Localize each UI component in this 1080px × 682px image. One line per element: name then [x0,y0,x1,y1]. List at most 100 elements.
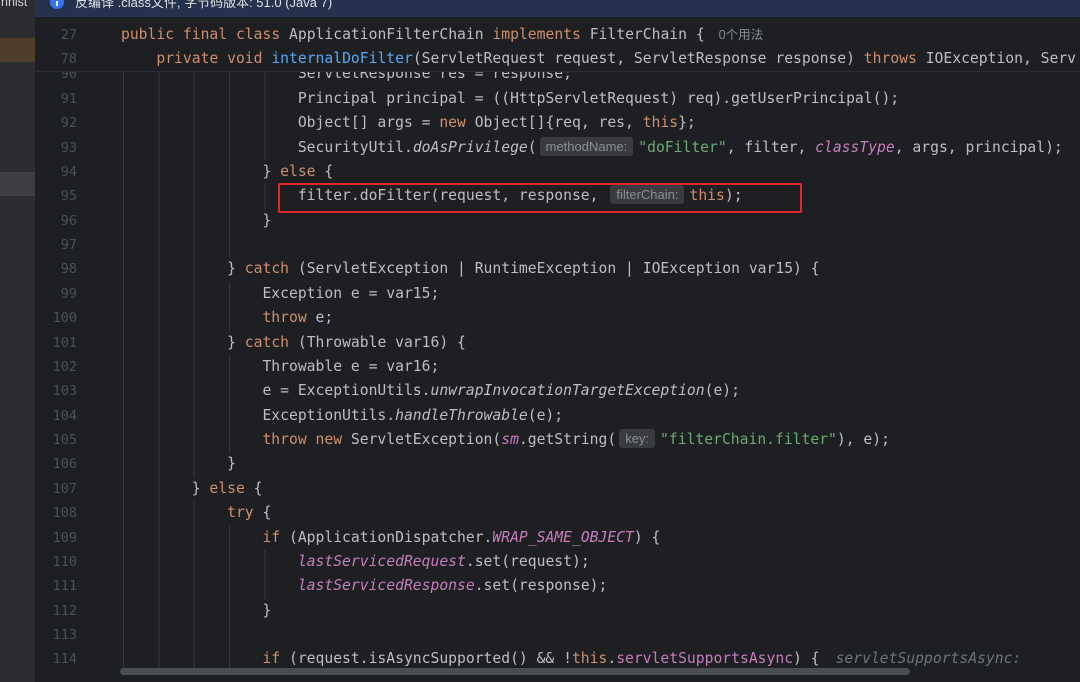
code-line[interactable]: 108 try { [35,501,1080,526]
code-token: } [262,601,272,619]
code-text[interactable]: } else { [121,477,263,501]
code-token: IOException, Serv [916,50,1077,68]
line-number[interactable]: 112 [35,599,77,623]
code-text[interactable]: lastServicedRequest.set(request); [121,550,590,574]
code-text[interactable]: } else { [121,160,333,184]
code-text[interactable]: Principal principal = ((HttpServletReque… [121,87,899,111]
code-line[interactable]: 106} [35,452,1080,477]
line-number[interactable]: 93 [35,136,77,160]
code-line[interactable]: 96} [35,208,1080,234]
line-number[interactable]: 105 [35,428,77,452]
line-number[interactable]: 107 [35,477,77,501]
line-number[interactable]: 92 [35,111,77,135]
code-text[interactable]: private void internalDoFilter(ServletReq… [121,47,1077,70]
line-number[interactable]: 108 [35,501,77,525]
code-line[interactable]: 112} [35,598,1080,624]
keyword-token: private [156,50,219,68]
code-line[interactable]: 110 lastServicedRequest.set(request); [35,549,1080,575]
line-number[interactable]: 94 [35,160,77,184]
code-line[interactable]: 101 } catch (Throwable var16) { [35,330,1080,355]
code-text[interactable]: public final class ApplicationFilterChai… [121,23,763,47]
code-token: Object[] args = [297,114,440,132]
code-line[interactable]: 98 } catch (ServletException | RuntimeExc… [35,257,1080,282]
code-line[interactable]: 111 lastServicedResponse.set(response); [35,574,1080,599]
code-line[interactable]: 97 [35,233,1080,258]
code-line[interactable]: 107 } else { [35,476,1080,502]
code-text[interactable]: throw e; [121,306,333,330]
code-text[interactable]: } [121,452,236,476]
code-text[interactable]: Exception e = var15; [121,282,439,306]
code-line[interactable]: 105 throw new ServletException(sm.getStri… [35,428,1080,453]
code-text[interactable]: Object[] args = new Object[]{req, res, t… [121,111,696,135]
sticky-lines: 27 public final class ApplicationFilterCh… [35,17,1080,72]
line-number[interactable]: 95 [35,184,77,208]
banner-text: 反编译 .class文件, 字节码版本: 51.0 (Java 7) [75,0,333,10]
parameter-name-hint: key: [619,429,656,449]
line-number[interactable]: 104 [35,404,77,428]
code-line[interactable]: 94 } else { [35,159,1080,185]
line-number[interactable]: 114 [35,647,77,671]
sticky-code-line[interactable]: 27 public final class ApplicationFilterCh… [35,23,1080,47]
project-panel: nnist [0,0,35,682]
code-text[interactable]: } catch (Throwable var16) { [121,331,466,355]
code-editor[interactable]: 反编译 .class文件, 字节码版本: 51.0 (Java 7) 90 Ser… [35,0,1080,682]
line-number[interactable]: 101 [35,331,77,355]
line-number[interactable]: 103 [35,379,77,403]
code-line[interactable]: 95 filter.doFilter(request, response, fil… [35,182,1080,213]
code-text[interactable]: try { [121,501,271,525]
static-field-token: lastServicedRequest [297,552,466,570]
code-token: SecurityUtil. [297,138,413,156]
keyword-token: new [439,114,466,132]
code-line[interactable]: 91 Principal principal = ((HttpServletReq… [35,86,1080,112]
code-text[interactable]: } [121,599,271,623]
code-text[interactable]: if (ApplicationDispatcher.WRAP_SAME_OBJE… [121,526,660,550]
code-line[interactable]: 93 SecurityUtil.doAsPrivilege(methodName:… [35,135,1080,160]
line-number[interactable]: 78 [35,47,77,70]
code-text[interactable]: } [121,209,271,233]
static-field-token: lastServicedResponse [297,577,475,595]
line-number[interactable]: 98 [35,257,77,281]
line-number[interactable]: 106 [35,452,77,476]
line-number[interactable]: 111 [35,574,77,598]
code-line[interactable]: 103 e = ExceptionUtils.unwrapInvocationTa… [35,379,1080,404]
code-text[interactable]: throw new ServletException(sm.getString(… [121,428,890,452]
code-line[interactable]: 113 [35,623,1080,648]
code-line[interactable]: 109 if (ApplicationDispatcher.WRAP_SAME_O… [35,525,1080,550]
line-number[interactable]: 110 [35,550,77,574]
code-token: ServletException( [342,431,502,449]
code-text[interactable]: } catch (ServletException | RuntimeExcep… [121,257,819,281]
line-number[interactable]: 96 [35,209,77,233]
code-line[interactable]: 99 Exception e = var15; [35,281,1080,307]
line-number[interactable]: 99 [35,282,77,306]
keyword-token: catch [244,333,290,351]
project-tree-label[interactable]: nnist [1,0,27,10]
project-tree-item[interactable] [0,172,35,196]
keyword-token: try [227,504,254,522]
static-method-call-token: doAsPrivilege [412,138,528,156]
code-line[interactable]: 102 Throwable e = var16; [35,354,1080,380]
line-number[interactable]: 109 [35,526,77,550]
sticky-code-line[interactable]: 78 private void internalDoFilter(ServletR… [35,47,1080,70]
code-line[interactable]: 104 ExceptionUtils.handleThrowable(e); [35,403,1080,429]
usages-hint[interactable]: 0个用法 [719,28,763,42]
code-text[interactable]: SecurityUtil.doAsPrivilege(methodName: "d… [121,136,1063,160]
line-number[interactable]: 97 [35,233,77,257]
code-text[interactable]: Throwable e = var16; [121,355,439,379]
code-text[interactable]: lastServicedResponse.set(response); [121,574,608,598]
line-number[interactable]: 27 [35,23,77,47]
code-text[interactable]: ExceptionUtils.handleThrowable(e); [121,404,563,428]
line-number[interactable]: 102 [35,355,77,379]
code-token: } [227,260,245,278]
project-tree-item-selected[interactable] [0,38,35,62]
line-number[interactable]: 113 [35,623,77,647]
code-line[interactable]: 92 Object[] args = new Object[]{req, res,… [35,111,1080,136]
horizontal-scrollbar[interactable] [120,668,910,675]
code-line[interactable]: 100 throw e; [35,306,1080,331]
line-number[interactable]: 91 [35,87,77,111]
code-token: } [262,211,272,229]
code-text[interactable]: e = ExceptionUtils.unwrapInvocationTarge… [121,379,740,403]
code-token: } [191,479,210,497]
line-number[interactable]: 100 [35,306,77,330]
